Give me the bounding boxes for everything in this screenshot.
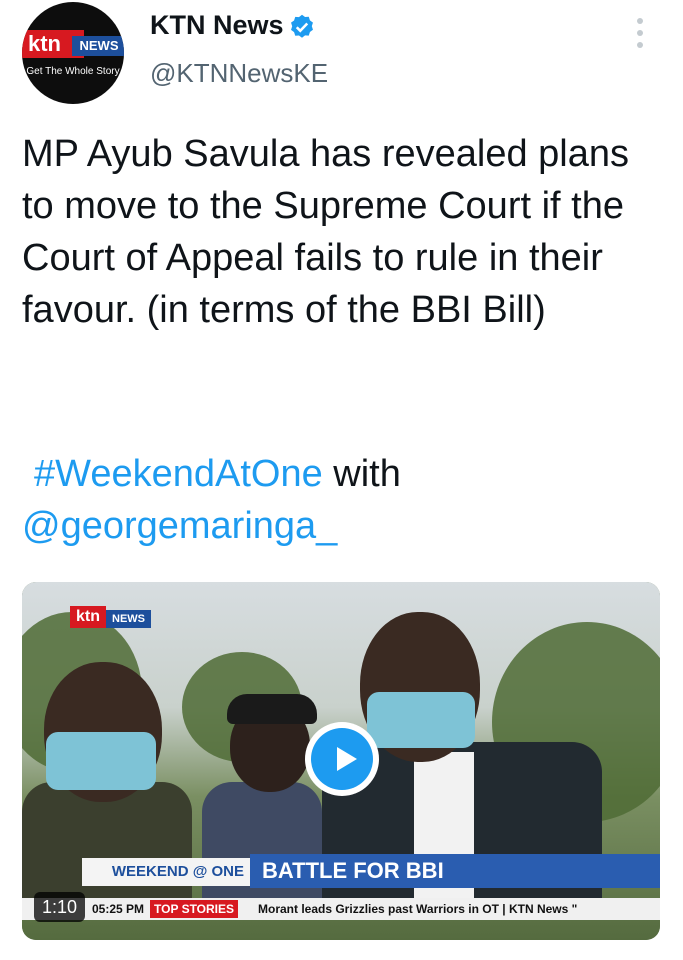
mention-link[interactable]: @georgemaringa_ — [22, 505, 337, 547]
hashtag-link[interactable]: #WeekendAtOne — [34, 453, 323, 495]
video-duration: 1:10 — [34, 892, 86, 922]
video-player[interactable]: ktn NEWS WEEKEND @ ONE BATTLE FOR BBI 05:… — [22, 582, 660, 940]
ticker-text: Morant leads Grizzlies past Warriors in … — [258, 902, 578, 916]
ticker-label: TOP STORIES — [150, 900, 239, 918]
display-name[interactable]: KTN News — [150, 10, 284, 41]
play-button[interactable] — [305, 722, 379, 796]
more-options-icon[interactable] — [628, 12, 652, 52]
avatar-tagline: Get The Whole Story — [26, 66, 120, 77]
ticker-time: 05:25 PM — [92, 902, 145, 916]
person-mid-cap — [227, 694, 317, 724]
news-ticker: 05:25 PM TOP STORIES Morant leads Grizzl… — [22, 898, 660, 920]
video-logo-red: ktn — [70, 606, 106, 628]
headline-banner: BATTLE FOR BBI — [250, 854, 660, 888]
tweet-mention-line: @georgemaringa_ — [22, 500, 337, 552]
account-handle[interactable]: @KTNNewsKE — [150, 58, 328, 89]
person-main-mask — [367, 692, 475, 748]
tweet-text: MP Ayub Savula has revealed plans to mov… — [22, 133, 629, 331]
avatar-news-label: NEWS — [72, 36, 124, 56]
play-icon — [311, 728, 373, 790]
verified-badge-icon — [291, 14, 313, 38]
avatar[interactable]: ktn NEWS Get The Whole Story — [22, 2, 124, 104]
program-label: WEEKEND @ ONE — [82, 858, 250, 886]
video-ktn-logo: ktn NEWS — [70, 606, 151, 628]
video-logo-blue: NEWS — [106, 610, 151, 628]
tweet-hashtag-line: #WeekendAtOne with — [22, 448, 401, 500]
tweet-connector: with — [322, 453, 401, 495]
lower-third: WEEKEND @ ONE BATTLE FOR BBI — [82, 854, 660, 888]
person-left-mask — [46, 732, 156, 790]
